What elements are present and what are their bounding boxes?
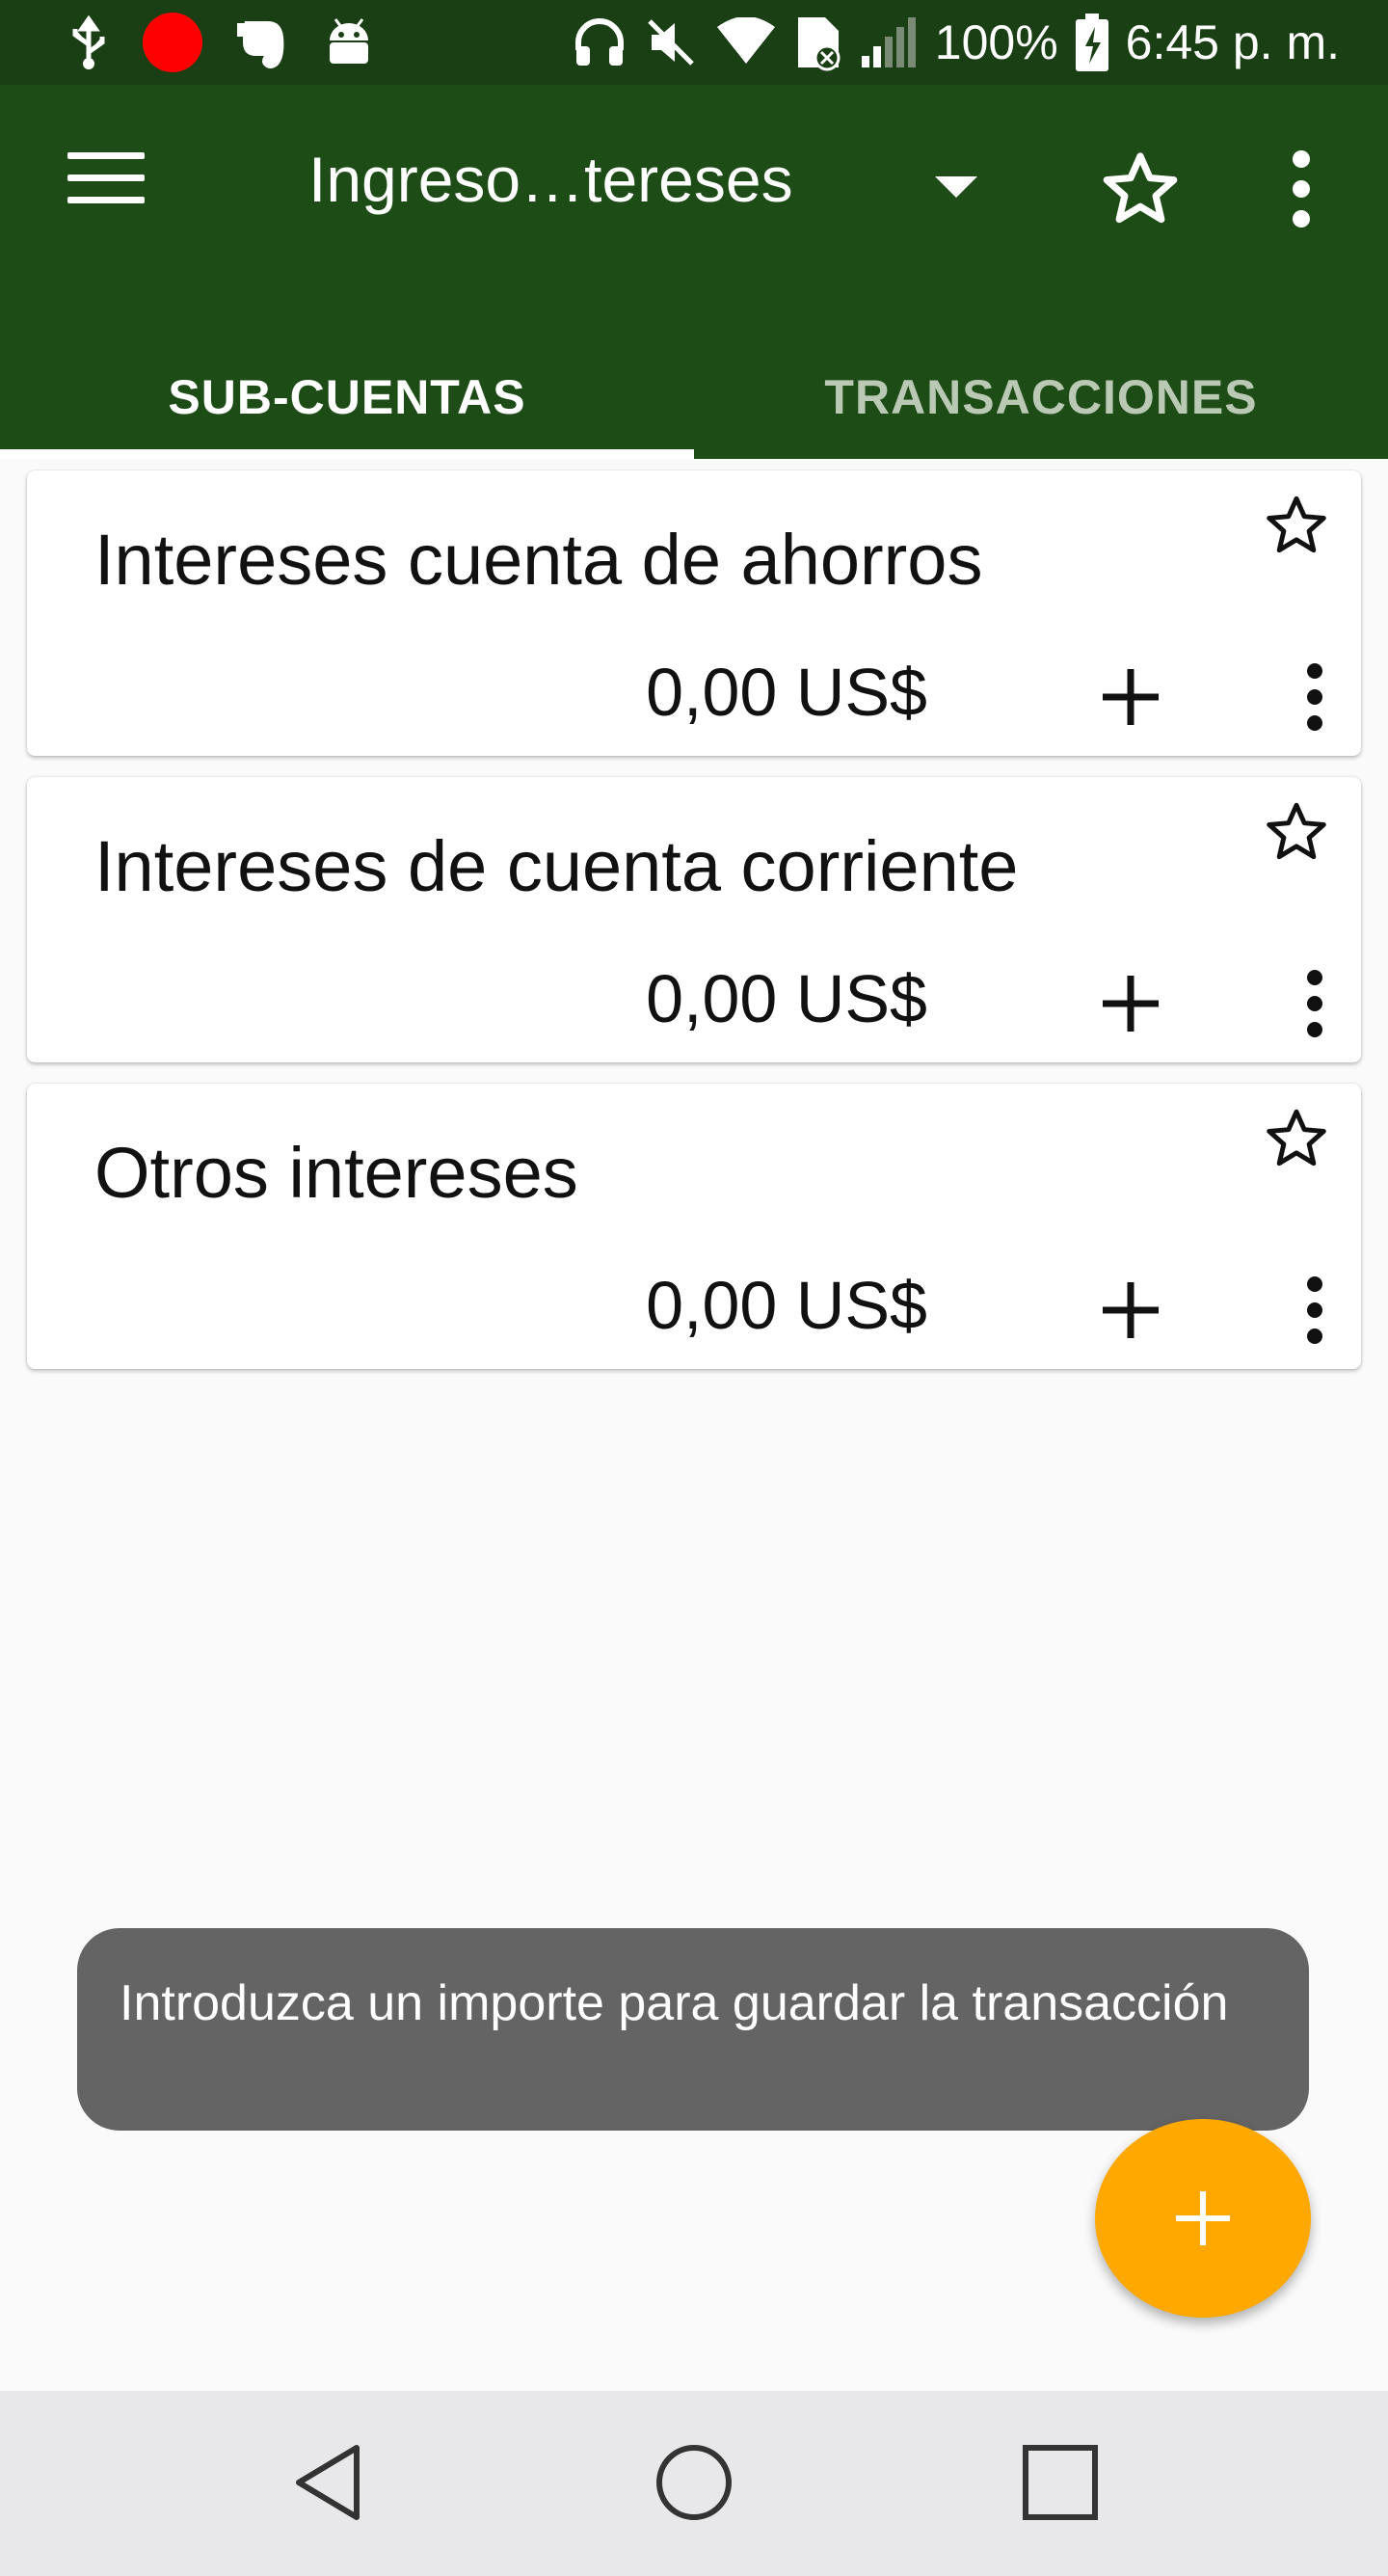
- tab-indicator: [0, 449, 694, 459]
- record-icon: [143, 13, 202, 72]
- star-outline-icon[interactable]: [1263, 798, 1330, 866]
- more-vert-icon[interactable]: [1305, 970, 1324, 1037]
- plus-icon[interactable]: [1097, 970, 1164, 1037]
- account-balance: 0,00 US$: [646, 655, 927, 730]
- tab-transacciones[interactable]: TRANSACCIONES: [694, 335, 1388, 459]
- status-bar: 100% 6:45 p. m.: [0, 0, 1388, 85]
- account-name: Otros intereses: [94, 1133, 578, 1213]
- tab-sub-cuentas[interactable]: SUB-CUENTAS: [0, 335, 694, 459]
- status-notifications: [67, 13, 376, 72]
- usb-icon: [72, 15, 105, 69]
- more-vert-icon[interactable]: [1305, 663, 1324, 731]
- account-name: Intereses de cuenta corriente: [94, 826, 1019, 906]
- account-title[interactable]: Ingreso…tereses: [308, 143, 793, 216]
- account-balance: 0,00 US$: [646, 1268, 927, 1343]
- battery-charging-icon: [1075, 13, 1108, 71]
- more-vert-icon[interactable]: [1282, 150, 1321, 228]
- home-icon[interactable]: [646, 2434, 742, 2531]
- battery-percent: 100%: [934, 15, 1058, 69]
- more-vert-icon[interactable]: [1305, 1276, 1324, 1344]
- no-sim-icon: [797, 17, 841, 71]
- app-bar: Ingreso…tereses SUB-CUENTAS TRANSACCIONE…: [0, 85, 1388, 459]
- evernote-icon: [237, 21, 284, 68]
- star-outline-icon[interactable]: [1099, 148, 1182, 230]
- mute-icon: [647, 19, 694, 66]
- plus-icon: [1176, 2191, 1230, 2245]
- star-outline-icon[interactable]: [1263, 1105, 1330, 1172]
- account-card[interactable]: Otros intereses 0,00 US$: [27, 1084, 1361, 1369]
- add-account-button[interactable]: [1095, 2119, 1311, 2318]
- account-balance: 0,00 US$: [646, 961, 927, 1036]
- headphones-icon: [574, 18, 624, 66]
- tab-bar: SUB-CUENTAS TRANSACCIONES: [0, 335, 1388, 459]
- plus-icon[interactable]: [1097, 1276, 1164, 1344]
- dropdown-icon[interactable]: [935, 176, 977, 198]
- status-system: 100% 6:45 p. m.: [573, 13, 1340, 71]
- back-icon[interactable]: [280, 2434, 376, 2531]
- account-card[interactable]: Intereses de cuenta corriente 0,00 US$: [27, 777, 1361, 1062]
- recents-icon[interactable]: [1012, 2434, 1108, 2531]
- wifi-icon: [716, 17, 775, 64]
- clock: 6:45 p. m.: [1125, 15, 1340, 69]
- account-name: Intereses cuenta de ahorros: [94, 520, 983, 600]
- star-outline-icon[interactable]: [1263, 492, 1330, 559]
- menu-icon[interactable]: [67, 152, 145, 210]
- signal-icon: [861, 17, 916, 67]
- android-icon: [330, 18, 368, 64]
- account-card[interactable]: Intereses cuenta de ahorros 0,00 US$: [27, 470, 1361, 756]
- plus-icon[interactable]: [1097, 663, 1164, 731]
- toast-message: Introduzca un importe para guardar la tr…: [77, 1928, 1309, 2131]
- system-nav-bar: [0, 2391, 1388, 2576]
